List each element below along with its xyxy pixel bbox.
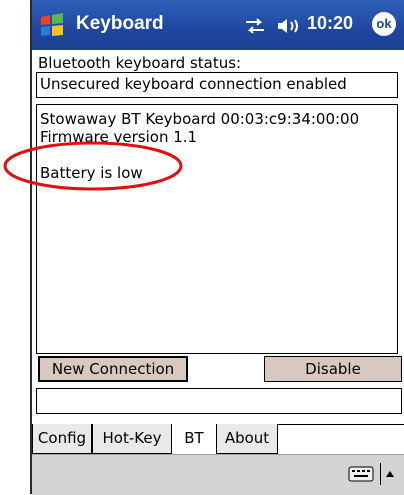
device-name-line: Stowaway BT Keyboard 00:03:c9:34:00:00 — [40, 110, 360, 128]
speaker-icon[interactable] — [276, 16, 302, 36]
windows-flag-icon[interactable] — [38, 12, 66, 40]
input-selector-button[interactable] — [380, 463, 399, 485]
tab-config[interactable]: Config — [32, 424, 92, 454]
menu-bar — [32, 454, 404, 495]
app-title: Keyboard — [76, 13, 164, 34]
annotation-circle — [3, 141, 183, 191]
tab-about[interactable]: About — [216, 424, 278, 454]
up-arrow-icon — [386, 471, 394, 477]
device-screen: Keyboard 10:20 ok Bluetooth keyboard sta… — [3, 0, 404, 495]
disable-button[interactable]: Disable — [264, 356, 402, 382]
text-input[interactable] — [36, 388, 402, 414]
new-connection-button[interactable]: New Connection — [38, 356, 188, 382]
tab-hot-key[interactable]: Hot-Key — [92, 424, 172, 454]
status-label: Bluetooth keyboard status: — [38, 54, 242, 72]
ok-button[interactable]: ok — [372, 12, 396, 36]
tab-bt[interactable]: BT — [172, 424, 216, 454]
keyboard-icon[interactable] — [348, 465, 374, 483]
clock[interactable]: 10:20 — [307, 13, 353, 34]
connectivity-arrows-icon[interactable] — [242, 16, 268, 36]
title-bar: Keyboard 10:20 ok — [32, 0, 404, 50]
status-field: Unsecured keyboard connection enabled — [36, 72, 398, 98]
